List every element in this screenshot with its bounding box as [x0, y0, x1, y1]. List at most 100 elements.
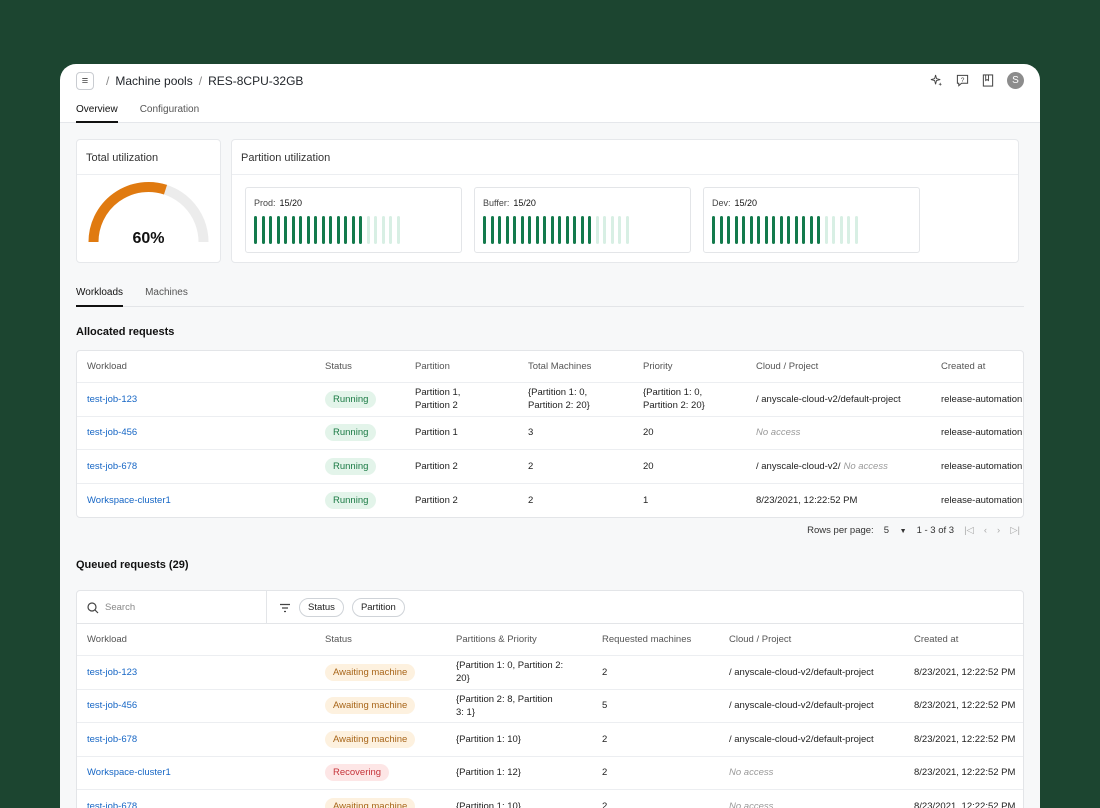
- used-slot: [719, 216, 723, 244]
- status-cell: Awaiting machine: [325, 663, 416, 681]
- partition-name: Dev:: [712, 198, 731, 208]
- table-row[interactable]: test-job-123 Awaiting machine {Partition 1…: [77, 656, 1023, 690]
- status-badge: Running: [325, 424, 377, 442]
- used-slot: [483, 216, 486, 244]
- status-cell: Running: [325, 457, 377, 475]
- workload-link[interactable]: test-job-678: [87, 460, 137, 473]
- table-header: Workload Status Partition Total Machines Pri…: [77, 351, 1023, 383]
- partition-label: Dev: 15/20: [704, 188, 919, 208]
- created-cell: 8/23/2021, 12:22:52 PM: [914, 666, 1016, 678]
- total-utilization-value: 60%: [132, 230, 165, 247]
- machines-cell: 2: [528, 460, 534, 472]
- status-badge: Recovering: [325, 764, 390, 782]
- workload-link[interactable]: test-job-456: [87, 699, 137, 712]
- last-page-icon[interactable]: ▷|: [1010, 525, 1020, 536]
- used-slot: [543, 216, 546, 244]
- used-slot: [306, 216, 310, 244]
- free-slot: [374, 216, 377, 244]
- column-header: Cloud / Project: [729, 634, 792, 645]
- created-cell: release-automation: [941, 393, 1023, 405]
- cloud-project: / anyscale-cloud-v2/default-project: [729, 733, 874, 745]
- column-header: Partition: [415, 361, 450, 372]
- workload-link[interactable]: test-job-678: [87, 733, 137, 746]
- used-slot: [498, 216, 501, 244]
- workload-link[interactable]: Workspace-cluster1: [87, 766, 171, 779]
- table-row[interactable]: test-job-123 Running Partition 1, Partitio…: [77, 383, 1023, 417]
- used-slot: [291, 216, 295, 244]
- docs-icon[interactable]: [981, 74, 995, 88]
- filter-icon[interactable]: [279, 603, 291, 613]
- status-cell: Awaiting machine: [325, 730, 416, 748]
- pp-cell: {Partition 1: 10}: [456, 733, 521, 745]
- tab-overview[interactable]: Overview: [76, 98, 118, 123]
- partition-box: Dev: 15/20: [703, 187, 920, 253]
- used-slot: [757, 216, 760, 244]
- rows-per-page-select[interactable]: 5 ▼: [884, 525, 907, 536]
- used-slot: [505, 216, 509, 244]
- table-row[interactable]: test-job-456 Awaiting machine {Partition 2…: [77, 690, 1023, 723]
- workload-link[interactable]: test-job-456: [87, 426, 137, 439]
- breadcrumb-current: RES-8CPU-32GB: [208, 74, 304, 88]
- pp-cell: {Partition 1: 12}: [456, 767, 521, 779]
- cloud-project-cell: / anyscale-cloud-v2/default-project: [729, 733, 874, 746]
- workload-link[interactable]: test-job-123: [87, 666, 137, 679]
- search-icon: [87, 601, 99, 613]
- table-row[interactable]: Workspace-cluster1 Running Partition 2 2 1 8/…: [77, 484, 1023, 518]
- req-cell: 2: [602, 801, 608, 808]
- column-header: Workload: [87, 634, 127, 645]
- status-cell: Running: [325, 424, 377, 442]
- filter-chip-status[interactable]: Status: [299, 598, 344, 617]
- free-slot: [381, 216, 385, 244]
- table-row[interactable]: test-job-678 Awaiting machine {Partition 1…: [77, 723, 1023, 757]
- menu-icon[interactable]: ≡: [76, 72, 94, 90]
- breadcrumb-separator: /: [106, 74, 110, 88]
- queued-requests-title: Queued requests (29): [76, 559, 189, 571]
- breadcrumb-machine-pools[interactable]: Machine pools: [115, 74, 192, 88]
- cloud-project-cell: No access: [729, 800, 773, 808]
- table-row[interactable]: test-job-678 Awaiting machine {Partition 1…: [77, 790, 1023, 808]
- cloud-project-cell: / anyscale-cloud-v2/default-project: [729, 699, 874, 712]
- first-page-icon[interactable]: |◁: [964, 525, 974, 536]
- utilization-gauge: [88, 182, 209, 243]
- cloud-project-cell: / anyscale-cloud-v2/default-project: [756, 393, 901, 406]
- used-slot: [764, 216, 768, 244]
- status-cell: Awaiting machine: [325, 697, 416, 715]
- used-slot: [779, 216, 783, 244]
- filter-chip-partition[interactable]: Partition: [351, 598, 405, 617]
- partition-cell: Partition 1: [415, 427, 458, 439]
- table-row[interactable]: test-job-678 Running Partition 2 2 20 / anysc…: [77, 450, 1023, 484]
- workload-link[interactable]: test-job-678: [87, 800, 137, 808]
- used-slot: [344, 216, 347, 244]
- tab-workloads[interactable]: Workloads: [76, 287, 124, 307]
- help-icon[interactable]: ?: [955, 74, 969, 88]
- free-slot: [824, 216, 828, 244]
- workload-link[interactable]: Workspace-cluster1: [87, 494, 171, 507]
- column-header: Partitions & Priority: [456, 634, 537, 645]
- allocated-requests-title: Allocated requests: [76, 326, 175, 338]
- free-slot: [366, 216, 370, 244]
- used-slot: [314, 216, 317, 244]
- cloud-project: / anyscale-cloud-v2/: [756, 460, 841, 472]
- priority-cell: {Partition 1: 0, Partition 2: 20}: [643, 387, 705, 412]
- pagination: Rows per page: 5 ▼ 1 - 3 of 3 |◁ ‹ › ▷|: [807, 525, 1020, 536]
- free-slot: [396, 216, 400, 244]
- table-row[interactable]: test-job-456 Running Partition 1 3 20 No acce…: [77, 417, 1023, 450]
- column-header: Workload: [87, 361, 127, 372]
- svg-text:?: ?: [960, 77, 964, 84]
- table-row[interactable]: Workspace-cluster1 Recovering {Partition 1…: [77, 757, 1023, 790]
- prev-page-icon[interactable]: ‹: [984, 525, 987, 536]
- sparkle-icon[interactable]: [929, 74, 943, 88]
- avatar[interactable]: S: [1007, 72, 1024, 89]
- next-page-icon[interactable]: ›: [997, 525, 1000, 536]
- search-input[interactable]: Search: [77, 591, 267, 624]
- partition-bars: [483, 216, 629, 244]
- partition-bars: [254, 216, 400, 244]
- status-cell: Running: [325, 390, 377, 408]
- used-slot: [558, 216, 561, 244]
- tab-machines[interactable]: Machines: [145, 287, 188, 306]
- workload-link[interactable]: test-job-123: [87, 393, 137, 406]
- partition-bars: [712, 216, 858, 244]
- tab-configuration[interactable]: Configuration: [140, 98, 199, 123]
- page-range: 1 - 3: [916, 525, 936, 536]
- priority-cell: 1: [643, 494, 649, 506]
